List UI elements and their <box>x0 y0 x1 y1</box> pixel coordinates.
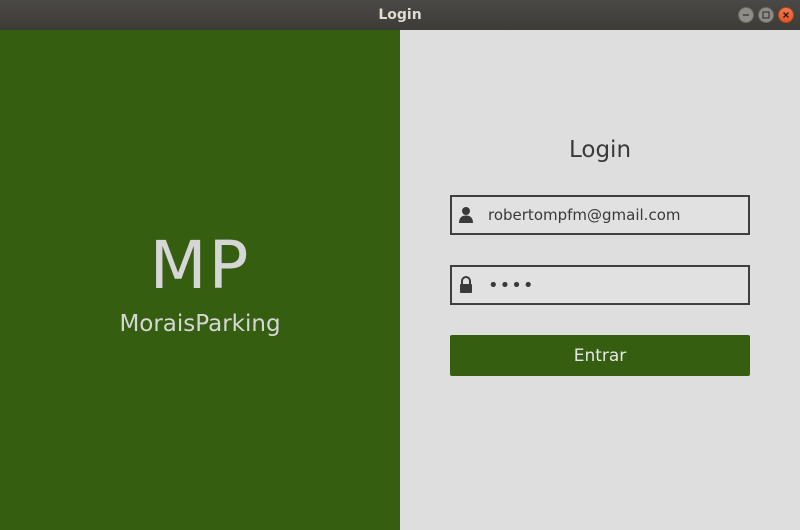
close-icon <box>783 12 789 18</box>
window-titlebar[interactable]: Login <box>0 0 800 30</box>
minimize-button[interactable] <box>738 7 754 23</box>
password-field[interactable] <box>450 265 750 305</box>
logo-mark: MP <box>149 227 251 304</box>
window-title: Login <box>378 7 422 23</box>
branding-panel: MP MoraisParking <box>0 30 400 530</box>
email-input[interactable] <box>488 197 743 233</box>
minimize-icon <box>743 14 749 16</box>
email-field[interactable] <box>450 195 750 235</box>
login-window: Login MP MoraisParking Login robertompfm… <box>0 0 800 530</box>
login-button[interactable]: Entrar <box>450 335 750 376</box>
maximize-button[interactable] <box>758 7 774 23</box>
login-form-panel: Login Entrar <box>400 30 800 530</box>
close-button[interactable] <box>778 7 794 23</box>
brand-name: MoraisParking <box>119 311 281 337</box>
form-title: Login <box>568 137 632 163</box>
password-input[interactable] <box>488 267 743 303</box>
maximize-icon <box>762 11 770 19</box>
user-icon <box>459 207 473 223</box>
lock-icon <box>460 276 472 293</box>
window-controls <box>738 7 794 23</box>
